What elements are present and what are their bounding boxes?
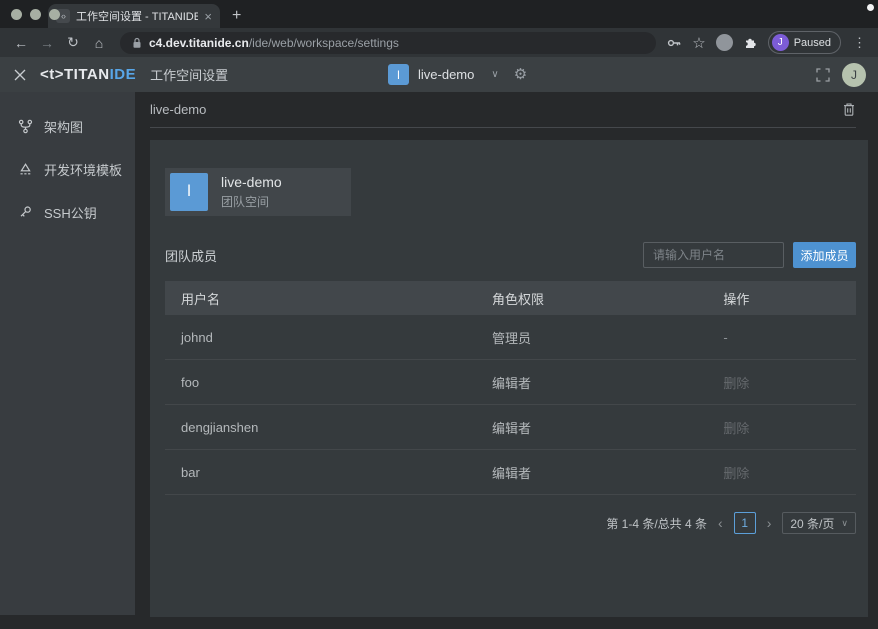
role-cell: 管理员: [476, 328, 707, 347]
role-cell: 编辑者: [476, 463, 707, 482]
extensions-puzzle-icon[interactable]: [743, 35, 758, 50]
browser-menu-icon[interactable]: ⋮: [851, 35, 868, 51]
table-row: johnd 管理员 -: [165, 315, 856, 360]
workspace-card: l live-demo 团队空间: [165, 168, 351, 216]
tab-close-icon[interactable]: ×: [204, 9, 212, 24]
url-path: /ide/web/workspace/settings: [249, 36, 399, 50]
settings-panel: l live-demo 团队空间 团队成员 添加成员 用户名: [150, 140, 868, 617]
chevron-down-icon[interactable]: ∨: [491, 69, 498, 80]
url-domain: c4.dev.titanide.cn: [149, 36, 249, 50]
sidebar-item-label: 架构图: [44, 117, 83, 136]
zoom-window-button[interactable]: [49, 9, 60, 20]
sidebar: 架构图 开发环境模板 SSH公钥: [0, 92, 135, 615]
pagination-summary: 第 1-4 条/总共 4 条: [606, 515, 707, 532]
username-cell: foo: [165, 375, 476, 390]
sidebar-item-label: SSH公钥: [44, 203, 97, 222]
profile-status-label: Paused: [794, 37, 831, 49]
close-window-button[interactable]: [11, 9, 22, 20]
delete-member-link[interactable]: 删除: [707, 418, 856, 437]
close-workspace-icon[interactable]: [14, 69, 26, 81]
table-row: dengjianshen 编辑者 删除: [165, 405, 856, 450]
add-member-button[interactable]: 添加成员: [793, 242, 856, 268]
delete-member-link[interactable]: 删除: [707, 463, 856, 482]
browser-tab[interactable]: ‹› 工作空间设置 - TITANIDE ×: [48, 4, 220, 28]
sidebar-item-ssh-key[interactable]: SSH公钥: [0, 191, 135, 234]
workspace-area: 架构图 开发环境模板 SSH公钥 live-demo: [0, 92, 878, 629]
column-header-actions: 操作: [707, 289, 856, 308]
new-tab-button[interactable]: +: [232, 7, 241, 25]
app-header: <t>TITANIDE 工作空间设置 l live-demo ∨ ⚙ J: [0, 57, 878, 92]
main-content: live-demo l live-demo 团队空间: [135, 92, 878, 629]
members-section-title: 团队成员: [165, 246, 217, 265]
table-row: bar 编辑者 删除: [165, 450, 856, 495]
members-table: 用户名 角色权限 操作 johnd 管理员 - foo 编辑者 删除: [165, 281, 856, 495]
workspace-card-avatar: l: [170, 173, 208, 211]
delete-member-link[interactable]: 删除: [707, 373, 856, 392]
page-title: 工作空间设置: [150, 65, 228, 84]
breadcrumb: live-demo: [150, 102, 206, 117]
browser-window: ‹› 工作空间设置 - TITANIDE × + ← → ↻ ⌂ c4.dev.…: [0, 0, 878, 629]
workspace-card-type: 团队空间: [221, 193, 282, 210]
user-avatar[interactable]: J: [842, 63, 866, 87]
key-icon: [18, 205, 33, 220]
template-icon: [18, 162, 33, 177]
home-button[interactable]: ⌂: [88, 32, 110, 54]
table-header-row: 用户名 角色权限 操作: [165, 281, 856, 315]
page-size-select[interactable]: 20 条/页 ∨: [782, 512, 856, 534]
page-number-button[interactable]: 1: [734, 512, 756, 534]
header-divider: [150, 127, 856, 128]
username-cell: bar: [165, 465, 476, 480]
extension-avatar-icon[interactable]: [716, 34, 733, 51]
pagination: 第 1-4 条/总共 4 条 ‹ 1 › 20 条/页 ∨: [165, 512, 856, 534]
prev-page-icon[interactable]: ‹: [718, 516, 723, 530]
sidebar-item-architecture[interactable]: 架构图: [0, 105, 135, 148]
workspace-name: live-demo: [418, 67, 474, 82]
recording-status-dot: [867, 4, 874, 11]
role-cell: 编辑者: [476, 373, 707, 392]
username-cell: johnd: [165, 330, 476, 345]
action-cell: -: [707, 330, 856, 345]
column-header-username: 用户名: [165, 289, 476, 308]
page-size-value: 20 条/页: [790, 515, 834, 532]
tab-title: 工作空间设置 - TITANIDE: [76, 8, 198, 24]
settings-gear-icon[interactable]: ⚙: [514, 67, 527, 82]
lock-icon: [132, 37, 142, 49]
chevron-down-icon: ∨: [841, 518, 848, 529]
column-header-role: 角色权限: [476, 289, 707, 308]
username-cell: dengjianshen: [165, 420, 476, 435]
table-row: foo 编辑者 删除: [165, 360, 856, 405]
workspace-card-name: live-demo: [221, 174, 282, 190]
titanide-logo: <t>TITANIDE: [40, 66, 136, 83]
password-key-icon[interactable]: [666, 35, 682, 51]
sidebar-item-dev-template[interactable]: 开发环境模板: [0, 148, 135, 191]
minimize-window-button[interactable]: [30, 9, 41, 20]
back-button[interactable]: ←: [10, 32, 32, 54]
reload-button[interactable]: ↻: [62, 32, 84, 54]
workspace-switcher[interactable]: l live-demo ∨ ⚙: [388, 57, 527, 92]
git-branch-icon: [18, 119, 33, 134]
username-input[interactable]: [643, 242, 784, 268]
fullscreen-icon[interactable]: [816, 68, 830, 82]
delete-workspace-trash-icon[interactable]: [842, 102, 856, 117]
profile-avatar: J: [772, 34, 789, 51]
forward-button[interactable]: →: [36, 32, 58, 54]
workspace-avatar: l: [388, 64, 409, 85]
bookmark-star-icon[interactable]: ☆: [692, 32, 705, 54]
browser-toolbar: ← → ↻ ⌂ c4.dev.titanide.cn/ide/web/works…: [0, 28, 878, 57]
tab-strip: ‹› 工作空间设置 - TITANIDE × +: [0, 0, 878, 28]
profile-pill[interactable]: J Paused: [768, 31, 841, 54]
sidebar-item-label: 开发环境模板: [44, 160, 122, 179]
traffic-lights: [11, 9, 60, 20]
next-page-icon[interactable]: ›: [767, 516, 772, 530]
url-bar[interactable]: c4.dev.titanide.cn/ide/web/workspace/set…: [120, 32, 656, 54]
role-cell: 编辑者: [476, 418, 707, 437]
